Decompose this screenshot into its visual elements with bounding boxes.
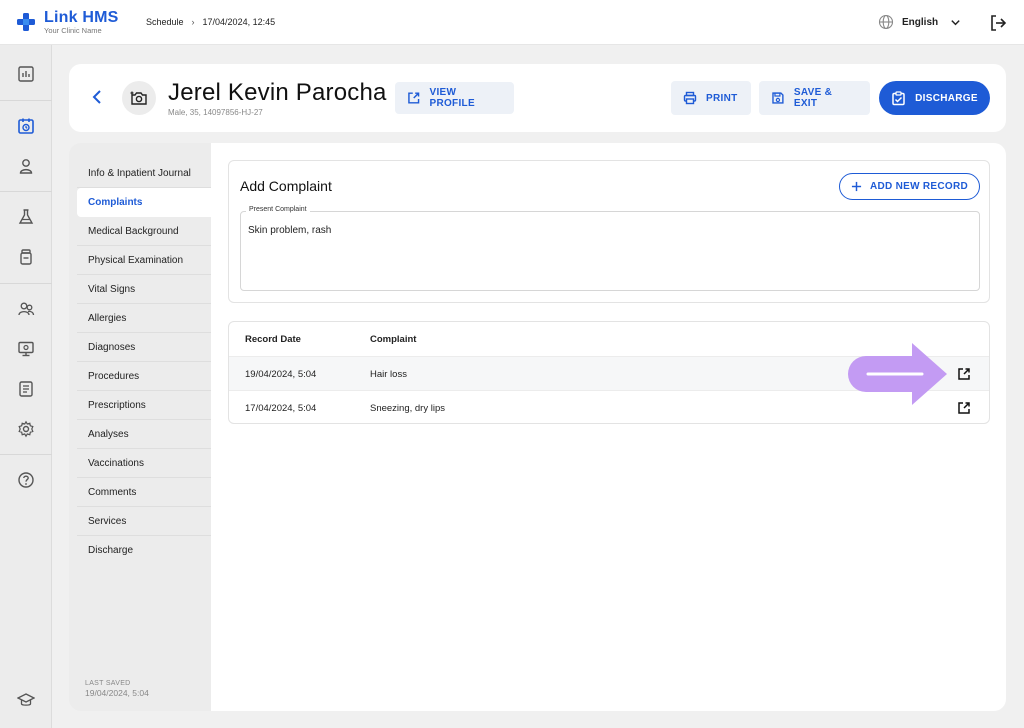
pointer-arrow-icon [848, 343, 947, 405]
add-complaint-card: Add Complaint ADD NEW RECORD Present Com… [228, 160, 990, 303]
globe-icon [878, 14, 894, 30]
section-analyses[interactable]: Analyses [77, 420, 211, 449]
rail-divider [0, 454, 52, 455]
section-physical-examination[interactable]: Physical Examination [77, 246, 211, 275]
section-vital-signs[interactable]: Vital Signs [77, 275, 211, 304]
app-name: Link HMS [44, 9, 119, 26]
add-new-record-label: ADD NEW RECORD [869, 181, 969, 192]
patient-header: Jerel Kevin Parocha Male, 35, 14097856-H… [69, 64, 1006, 132]
patient-name: Jerel Kevin Parocha [168, 79, 387, 106]
add-complaint-title: Add Complaint [240, 178, 332, 194]
external-link-icon [408, 92, 420, 104]
last-saved-value: 19/04/2024, 5:04 [85, 688, 149, 699]
section-procedures[interactable]: Procedures [77, 362, 211, 391]
row-record-date: 17/04/2024, 5:04 [245, 403, 317, 414]
clinic-name: Your Clinic Name [44, 26, 102, 35]
back-arrow-icon[interactable] [89, 88, 107, 106]
breadcrumb-datetime: 17/04/2024, 12:45 [202, 17, 276, 27]
schedule-icon[interactable] [14, 114, 38, 138]
row-record-date: 19/04/2024, 5:04 [245, 369, 317, 380]
chevron-down-icon [951, 19, 960, 25]
view-profile-label: VIEW PROFILE [429, 87, 475, 109]
rail-divider [0, 100, 52, 101]
section-vaccinations[interactable]: Vaccinations [77, 449, 211, 478]
section-diagnoses[interactable]: Diagnoses [77, 333, 211, 362]
breadcrumb-separator: › [191, 17, 195, 27]
column-record-date: Record Date [245, 334, 301, 345]
top-bar: Link HMS Your Clinic Name Schedule › 17/… [0, 0, 1024, 45]
patient-meta: Male, 35, 14097856-HJ-27 [168, 108, 263, 117]
open-record-icon[interactable] [957, 367, 971, 381]
section-prescriptions[interactable]: Prescriptions [77, 391, 211, 420]
reports-icon[interactable] [14, 377, 38, 401]
discharge-button[interactable]: DISCHARGE [879, 81, 990, 115]
medication-icon[interactable] [14, 245, 38, 269]
language-label: English [902, 16, 939, 28]
discharge-label: DISCHARGE [915, 92, 978, 104]
printer-icon [683, 91, 697, 105]
section-comments[interactable]: Comments [77, 478, 211, 507]
present-complaint-label: Present Complaint [246, 206, 310, 213]
add-new-record-button[interactable]: ADD NEW RECORD [839, 173, 980, 200]
lab-icon[interactable] [14, 205, 38, 229]
section-discharge[interactable]: Discharge [77, 536, 211, 565]
present-complaint-field[interactable]: Present Complaint Skin problem, rash [240, 206, 980, 291]
breadcrumb: Schedule › 17/04/2024, 12:45 [146, 17, 275, 27]
logout-icon[interactable] [989, 14, 1007, 32]
app-logo[interactable]: Link HMS Your Clinic Name [16, 10, 119, 35]
patient-icon[interactable] [14, 154, 38, 178]
breadcrumb-schedule[interactable]: Schedule [146, 17, 184, 27]
complaints-panel: Add Complaint ADD NEW RECORD Present Com… [211, 143, 1006, 711]
section-complaints[interactable]: Complaints [77, 188, 211, 217]
clipboard-check-icon [892, 90, 905, 105]
column-complaint: Complaint [370, 334, 417, 345]
row-complaint: Hair loss [370, 369, 407, 380]
add-photo-icon [130, 91, 147, 105]
row-complaint: Sneezing, dry lips [370, 403, 445, 414]
section-info-journal[interactable]: Info & Inpatient Journal [77, 159, 211, 188]
section-medical-background[interactable]: Medical Background [77, 217, 211, 246]
section-allergies[interactable]: Allergies [77, 304, 211, 333]
last-saved: LAST SAVED 19/04/2024, 5:04 [85, 679, 149, 699]
logo-cross-icon [17, 13, 35, 32]
monitor-icon[interactable] [14, 337, 38, 361]
save-icon [772, 92, 784, 104]
avatar[interactable] [122, 81, 156, 115]
section-services[interactable]: Services [77, 507, 211, 536]
staff-icon[interactable] [14, 297, 38, 321]
education-icon[interactable] [14, 688, 38, 712]
save-exit-button[interactable]: SAVE & EXIT [759, 81, 870, 115]
settings-icon[interactable] [14, 417, 38, 441]
section-nav: Info & Inpatient Journal Complaints Medi… [69, 143, 211, 711]
language-selector[interactable]: English [878, 14, 961, 30]
dashboard-icon[interactable] [14, 62, 38, 86]
open-record-icon[interactable] [957, 401, 971, 415]
save-exit-label: SAVE & EXIT [793, 87, 833, 109]
print-label: PRINT [706, 92, 738, 104]
rail-divider [0, 191, 52, 192]
rail-divider [0, 283, 52, 284]
present-complaint-value: Skin problem, rash [248, 225, 332, 236]
help-icon[interactable] [14, 468, 38, 492]
last-saved-label: LAST SAVED [85, 680, 131, 687]
main-nav-rail [0, 45, 52, 728]
view-profile-button[interactable]: VIEW PROFILE [395, 82, 514, 114]
print-button[interactable]: PRINT [671, 81, 751, 115]
plus-icon [851, 181, 862, 192]
